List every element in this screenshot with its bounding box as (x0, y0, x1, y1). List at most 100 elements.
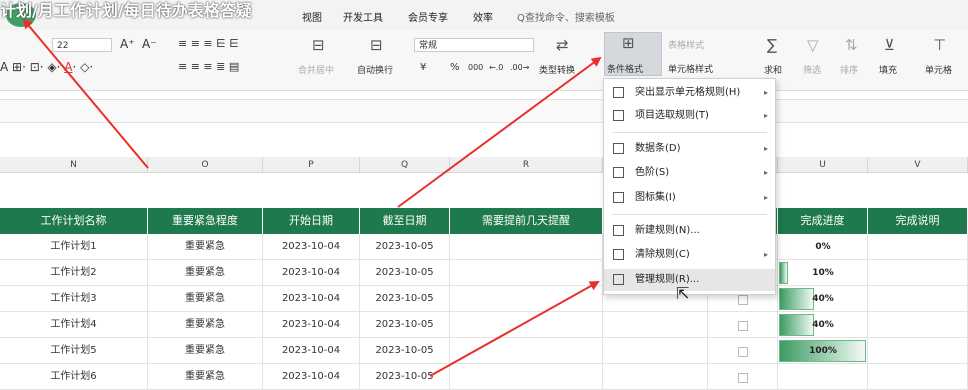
end-date-cell[interactable]: 2023-10-05 (360, 312, 450, 338)
priority-cell[interactable]: 重要紧急 (148, 338, 263, 364)
filter-icon[interactable]: ▽ (807, 36, 819, 54)
plan-name-cell[interactable]: 工作计划1 (0, 234, 148, 260)
completion-note-cell[interactable] (868, 260, 968, 286)
progress-cell[interactable]: 100% (778, 338, 868, 364)
priority-cell[interactable]: 重要紧急 (148, 234, 263, 260)
completion-note-cell[interactable] (868, 312, 968, 338)
end-date-cell[interactable]: 2023-10-05 (360, 260, 450, 286)
font-shrink-button[interactable]: A⁻ (142, 37, 157, 51)
tab-view[interactable]: 视图 (302, 9, 322, 24)
decrease-decimal-button[interactable]: .00→ (510, 63, 529, 72)
cell-icon[interactable]: ⊤ (933, 36, 946, 54)
column-header-o[interactable]: O (148, 157, 263, 173)
column-header-v[interactable]: V (868, 157, 968, 173)
column-header-u[interactable]: U (778, 157, 868, 173)
done-checkbox[interactable] (738, 373, 748, 383)
align-left-icon[interactable]: ≡ ≡ ≡ ≣ ▤ (178, 60, 239, 73)
wrap-text-icon[interactable]: ⊟ (370, 36, 383, 54)
command-search[interactable]: Q查找命令、搜索模板 (517, 9, 615, 24)
menu-item-new-rule[interactable]: 新建规则(N)... (604, 220, 775, 242)
remind-days-cell[interactable] (450, 260, 603, 286)
menu-item-manage-rules[interactable]: 管理规则(R)... (604, 269, 775, 291)
increase-decimal-button[interactable]: ←.0 (489, 63, 503, 72)
column-header-p[interactable]: P (263, 157, 360, 173)
end-date-cell[interactable]: 2023-10-05 (360, 234, 450, 260)
start-date-cell[interactable]: 2023-10-04 (263, 260, 360, 286)
start-date-cell[interactable]: 2023-10-04 (263, 286, 360, 312)
type-convert-button[interactable]: 类型转换 (539, 63, 575, 76)
priority-cell[interactable]: 重要紧急 (148, 364, 263, 390)
start-date-cell[interactable]: 2023-10-04 (263, 338, 360, 364)
remind-days-cell[interactable] (450, 312, 603, 338)
end-date-cell[interactable]: 2023-10-05 (360, 364, 450, 390)
priority-cell[interactable]: 重要紧急 (148, 312, 263, 338)
type-convert-icon[interactable]: ⇄ (556, 36, 569, 54)
merge-center-icon[interactable]: ⊟ (312, 36, 325, 54)
menu-item-icon-sets[interactable]: 图标集(I) ▸ (604, 187, 775, 209)
completion-note-cell[interactable] (868, 338, 968, 364)
currency-button[interactable]: ¥ (420, 62, 426, 73)
plan-name-cell[interactable]: 工作计划6 (0, 364, 148, 390)
remind-days-cell[interactable] (450, 364, 603, 390)
remind-days-cell[interactable] (450, 234, 603, 260)
progress-cell[interactable] (778, 364, 868, 390)
end-date-cell[interactable]: 2023-10-05 (360, 286, 450, 312)
column-header-n[interactable]: N (0, 157, 148, 173)
done-checkbox[interactable] (738, 295, 748, 305)
progress-cell[interactable]: 10% (778, 260, 868, 286)
fill-icon[interactable]: ⊻ (884, 36, 895, 54)
plan-name-cell[interactable]: 工作计划4 (0, 312, 148, 338)
plan-name-cell[interactable]: 工作计划3 (0, 286, 148, 312)
start-date-cell[interactable]: 2023-10-04 (263, 312, 360, 338)
cell-style-button[interactable]: 单元格样式 (668, 62, 713, 75)
filter-button[interactable]: 筛选 (803, 63, 821, 76)
wrap-text-button[interactable]: 自动换行 (357, 63, 393, 76)
end-date-cell[interactable]: 2023-10-05 (360, 338, 450, 364)
menu-item-clear-rules[interactable]: 清除规则(C) ▸ (604, 244, 775, 266)
sort-button[interactable]: 排序 (840, 63, 858, 76)
plan-name-cell[interactable]: 工作计划2 (0, 260, 148, 286)
cell-button[interactable]: 单元格 (925, 63, 952, 76)
completion-note-cell[interactable] (868, 286, 968, 312)
start-date-cell[interactable]: 2023-10-04 (263, 234, 360, 260)
fill-button[interactable]: 填充 (879, 63, 897, 76)
hidden-cell[interactable] (603, 338, 708, 364)
menu-item-color-scales[interactable]: 色阶(S) ▸ (604, 162, 775, 184)
done-checkbox-cell[interactable] (708, 338, 778, 364)
menu-item-highlight-cells[interactable]: 突出显示单元格规则(H) ▸ (604, 82, 775, 104)
column-header-r[interactable]: R (450, 157, 603, 173)
sum-button[interactable]: 求和 (764, 63, 782, 76)
thousands-button[interactable]: 000 (468, 63, 483, 72)
column-header-q[interactable]: Q (360, 157, 450, 173)
progress-cell[interactable]: 40% (778, 286, 868, 312)
hidden-cell[interactable] (603, 312, 708, 338)
remind-days-cell[interactable] (450, 286, 603, 312)
sort-icon[interactable]: ⇅ (845, 36, 858, 54)
percent-button[interactable]: % (450, 62, 460, 73)
remind-days-cell[interactable] (450, 338, 603, 364)
priority-cell[interactable]: 重要紧急 (148, 286, 263, 312)
done-checkbox-cell[interactable] (708, 312, 778, 338)
sum-icon[interactable]: ∑ (767, 36, 777, 54)
priority-cell[interactable]: 重要紧急 (148, 260, 263, 286)
tab-member[interactable]: 会员专享 (408, 9, 448, 24)
progress-cell[interactable]: 0% (778, 234, 868, 260)
completion-note-cell[interactable] (868, 234, 968, 260)
menu-item-data-bars[interactable]: 数据条(D) ▸ (604, 138, 775, 160)
number-format-select[interactable]: 常规 (414, 38, 534, 52)
formula-bar[interactable] (0, 99, 968, 123)
menu-item-top-bottom[interactable]: 项目选取规则(T) ▸ (604, 105, 775, 127)
start-date-cell[interactable]: 2023-10-04 (263, 364, 360, 390)
hidden-cell[interactable] (603, 364, 708, 390)
done-checkbox[interactable] (738, 347, 748, 357)
completion-note-cell[interactable] (868, 364, 968, 390)
font-size-select[interactable]: 22 (52, 38, 112, 52)
align-top-icon[interactable]: ≡ ≡ ≡ ⋿ ⋿ (178, 37, 239, 50)
font-grow-button[interactable]: A⁺ (120, 37, 135, 51)
merge-center-button[interactable]: 合并居中 (298, 63, 334, 76)
table-style-button[interactable]: 表格样式 (668, 38, 704, 51)
plan-name-cell[interactable]: 工作计划5 (0, 338, 148, 364)
tab-efficiency[interactable]: 效率 (473, 9, 493, 24)
done-checkbox[interactable] (738, 321, 748, 331)
tab-developer-tools[interactable]: 开发工具 (343, 9, 383, 24)
